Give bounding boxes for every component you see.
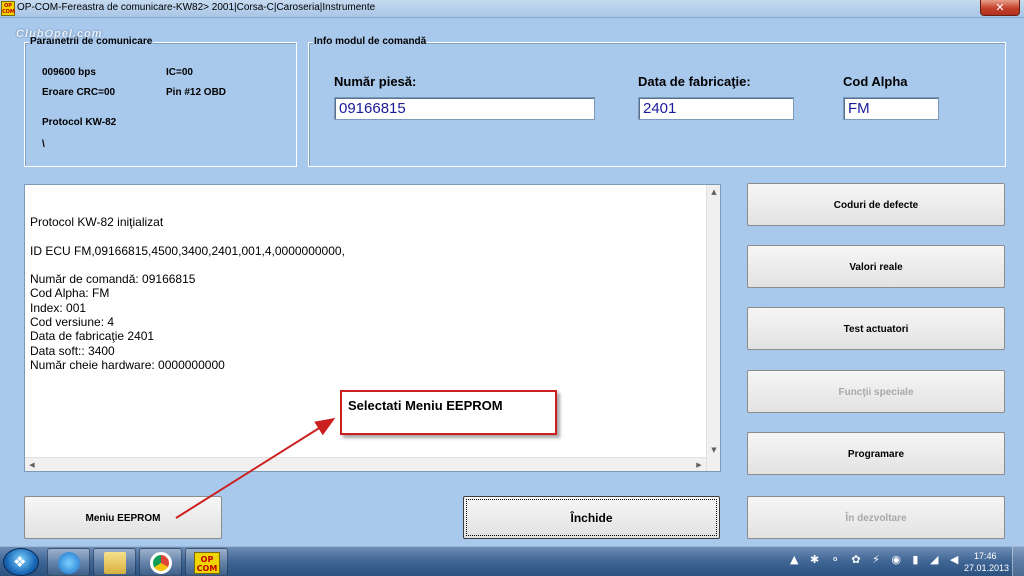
fault-codes-label: Coduri de defecte xyxy=(833,200,919,211)
programming-button[interactable]: Programare xyxy=(747,432,1005,475)
log-line: Protocol KW-82 iniţializat xyxy=(30,215,164,229)
log-line: Cod versiune: 4 xyxy=(30,315,115,330)
baud-rate-label: 009600 bps xyxy=(42,67,96,78)
chrome-icon xyxy=(150,552,172,574)
clock-time[interactable]: 17:46 xyxy=(974,551,997,561)
fault-codes-button[interactable]: Coduri de defecte xyxy=(747,183,1005,226)
log-line: Index: 001 xyxy=(30,300,87,315)
obd-pin-label: Pin #12 OBD xyxy=(166,87,227,98)
ic-label: IC=00 xyxy=(166,67,193,78)
special-functions-button[interactable]: Funcţii speciale xyxy=(747,370,1005,413)
opcom-app-icon: OP COM xyxy=(1,1,15,16)
show-desktop-button[interactable] xyxy=(1012,547,1024,576)
scroll-left-icon[interactable]: ◀ xyxy=(25,458,39,472)
eeprom-menu-button[interactable]: Meniu EEPROM xyxy=(24,496,222,539)
programming-label: Programare xyxy=(847,449,905,460)
annotation-callout: Selectati Meniu EEPROM xyxy=(340,390,557,435)
system-tray[interactable]: ▲ ✱ ⚬ ✿ ⚡ ◉ ▮ ◢ ◀ xyxy=(790,553,962,566)
log-lines: Protocol KW-82 iniţializat ID ECU FM,0916… xyxy=(30,215,345,372)
start-button[interactable]: ❖ xyxy=(3,548,39,576)
taskbar-explorer[interactable] xyxy=(93,548,136,576)
alpha-code-label: Cod Alpha xyxy=(843,74,908,89)
watermark-logo: ClubOpel.com xyxy=(16,28,103,40)
alpha-code-field[interactable] xyxy=(843,97,939,120)
scroll-up-icon[interactable]: ▲ xyxy=(707,185,721,199)
close-icon: ✕ xyxy=(995,1,1005,14)
log-line: Număr cheie hardware: 0000000000 xyxy=(30,357,225,372)
close-label: Închide xyxy=(570,511,613,525)
special-functions-label: Funcţii speciale xyxy=(838,387,914,398)
scroll-down-icon[interactable]: ▼ xyxy=(707,443,721,457)
opcom-icon: OP COM xyxy=(194,552,220,574)
internet-explorer-icon xyxy=(58,552,80,574)
title-bar: OP COM OP-COM-Fereastra de comunicare-KW… xyxy=(0,0,1024,18)
log-line: Cod Alpha: FM xyxy=(30,286,110,301)
taskbar-chrome[interactable] xyxy=(139,548,182,576)
crc-error-label: Eroare CRC=00 xyxy=(42,87,116,98)
log-line: Data de fabricaţie 2401 xyxy=(30,329,155,344)
log-horizontal-scrollbar[interactable]: ◀ ▶ xyxy=(25,457,706,471)
eeprom-menu-label: Meniu EEPROM xyxy=(85,513,161,524)
log-line: ID ECU FM,09166815,4500,3400,2401,001,4,… xyxy=(30,243,345,258)
manufacture-date-label: Data de fabricaţie: xyxy=(638,74,751,89)
log-vertical-scrollbar[interactable]: ▲ ▼ xyxy=(706,185,720,471)
log-line: Data soft:: 3400 xyxy=(30,343,115,358)
in-development-label: În dezvoltare xyxy=(845,513,907,524)
module-info-group: Info modul de comandă Număr piesă: Data … xyxy=(308,36,1006,167)
windows-logo-icon: ❖ xyxy=(13,553,27,571)
taskbar-opcom[interactable]: OP COM xyxy=(185,548,228,576)
taskbar-ie[interactable] xyxy=(47,548,90,576)
real-values-label: Valori reale xyxy=(849,262,903,273)
manufacture-date-field[interactable] xyxy=(638,97,794,120)
protocol-label: Protocol KW-82 xyxy=(42,117,117,128)
actuator-test-label: Test actuatori xyxy=(843,324,909,335)
annotation-text: Selectati Meniu EEPROM xyxy=(348,398,503,413)
real-values-button[interactable]: Valori reale xyxy=(747,245,1005,288)
actuator-test-button[interactable]: Test actuatori xyxy=(747,307,1005,350)
close-window-button[interactable]: ✕ xyxy=(980,0,1020,16)
scroll-right-icon[interactable]: ▶ xyxy=(692,458,706,472)
module-info-legend: Info modul de comandă xyxy=(313,36,428,47)
window-title: OP-COM-Fereastra de comunicare-KW82> 200… xyxy=(17,2,376,13)
in-development-button[interactable]: În dezvoltare xyxy=(747,496,1005,539)
folder-icon xyxy=(104,552,126,574)
taskbar: ❖ OP COM ▲ ✱ ⚬ ✿ ⚡ ◉ ▮ ◢ ◀ 17:46 27.01.2… xyxy=(0,546,1024,576)
part-number-field[interactable] xyxy=(334,97,595,120)
log-line: Număr de comandă: 09166815 xyxy=(30,272,196,287)
activity-indicator: \ xyxy=(42,139,45,150)
clock-date[interactable]: 27.01.2013 xyxy=(964,563,1009,573)
part-number-label: Număr piesă: xyxy=(334,74,417,89)
comm-params-group: Parametrii de comunicare 009600 bps IC=0… xyxy=(24,36,297,167)
close-button[interactable]: Închide xyxy=(463,496,720,539)
